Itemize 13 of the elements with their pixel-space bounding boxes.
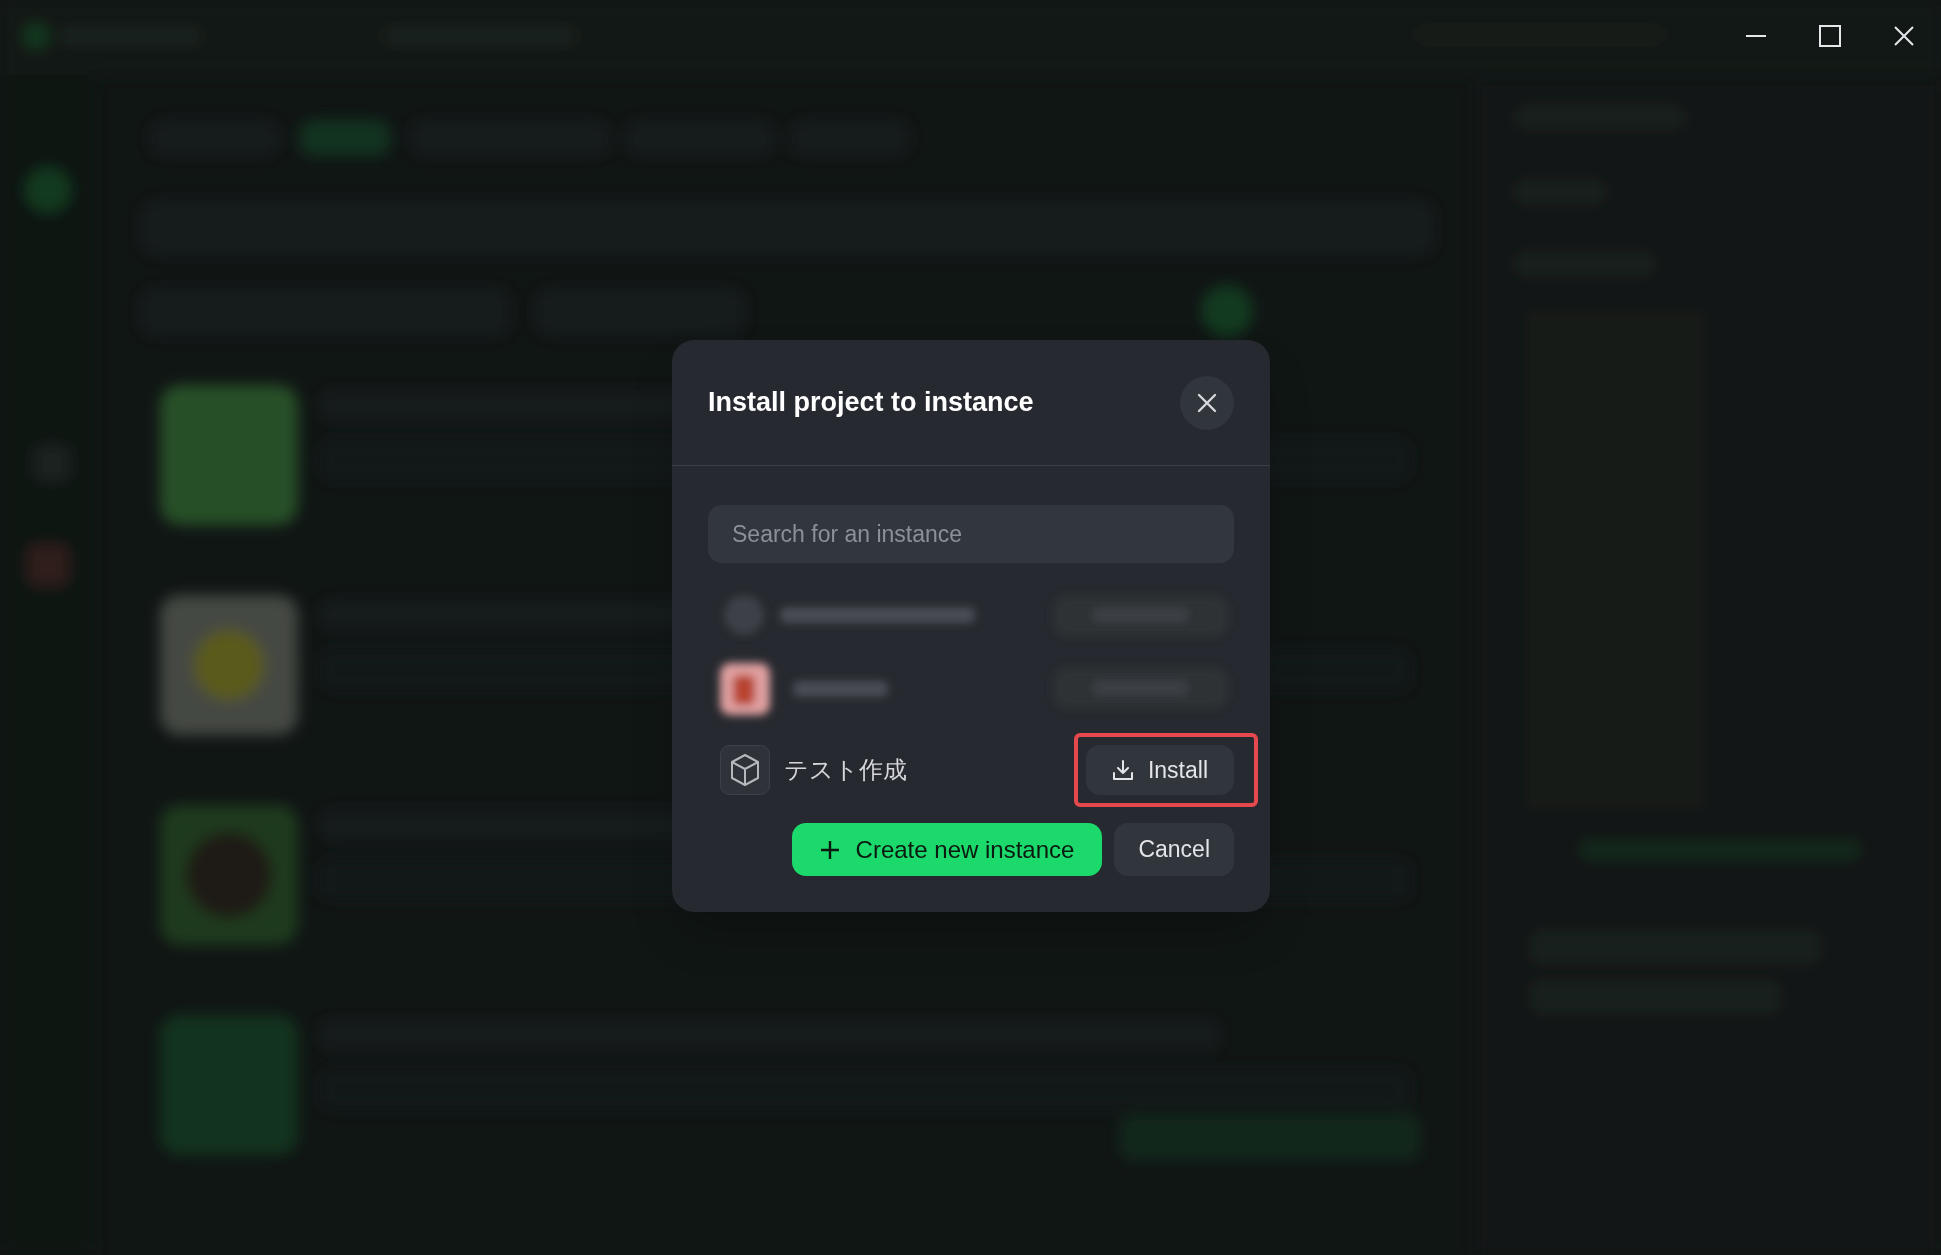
create-instance-button[interactable]: Create new instance — [791, 823, 1103, 876]
install-button[interactable]: Install — [1085, 745, 1234, 795]
minimize-icon — [1746, 35, 1766, 37]
download-icon — [1111, 759, 1134, 781]
maximize-icon — [1818, 24, 1842, 48]
search-field[interactable]: Search for an instance — [708, 505, 1234, 563]
dialog-title: Install project to instance — [708, 386, 1034, 420]
plus-icon — [819, 839, 840, 860]
cube-icon — [720, 745, 770, 795]
close-icon — [1892, 24, 1916, 48]
close-icon — [1197, 392, 1217, 413]
cancel-button[interactable]: Cancel — [1114, 823, 1234, 876]
instance-name: テスト作成 — [784, 755, 907, 786]
